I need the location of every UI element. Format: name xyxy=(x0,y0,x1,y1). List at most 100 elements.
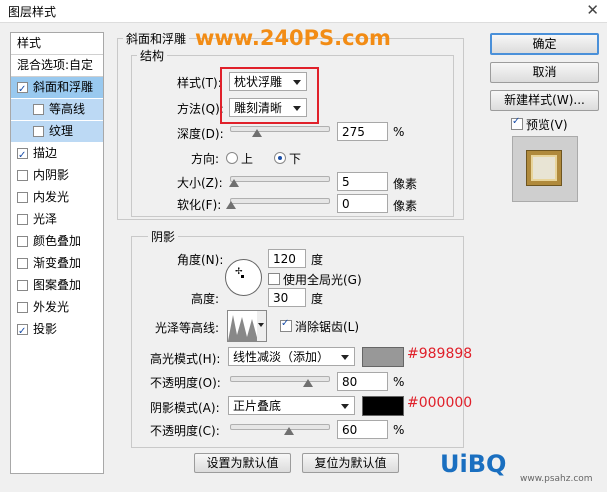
shadow-opacity-label: 不透明度(C): xyxy=(150,424,220,438)
style-label: 样式(T): xyxy=(177,76,222,90)
layer-style-item[interactable]: 描边 xyxy=(11,143,103,166)
chevron-down-icon xyxy=(341,355,349,360)
direction-down-label: 下 xyxy=(289,152,302,166)
layer-style-item[interactable]: 投影 xyxy=(11,319,103,342)
style-item-label: 图案叠加 xyxy=(33,278,82,292)
soften-slider[interactable] xyxy=(230,198,330,204)
styles-header[interactable]: 样式 xyxy=(11,33,103,55)
style-checkbox[interactable] xyxy=(33,126,44,137)
layer-style-item[interactable]: 内发光 xyxy=(11,187,103,208)
shadow-opacity-slider[interactable] xyxy=(230,424,330,430)
style-checkbox[interactable] xyxy=(17,192,28,203)
style-item-label: 斜面和浮雕 xyxy=(33,80,94,94)
altitude-label: 高度: xyxy=(191,292,220,306)
watermark-uibq: UiBQ xyxy=(440,450,507,478)
gloss-contour-picker[interactable] xyxy=(227,310,259,342)
blend-options-item[interactable]: 混合选项:自定 xyxy=(11,55,103,77)
style-checkbox[interactable] xyxy=(17,258,28,269)
style-checkbox[interactable] xyxy=(17,214,28,225)
make-default-button[interactable]: 设置为默认值 xyxy=(194,453,291,473)
size-unit: 像素 xyxy=(393,177,418,191)
style-checkbox[interactable] xyxy=(17,170,28,181)
depth-slider[interactable] xyxy=(230,126,330,132)
layer-style-item[interactable]: 颜色叠加 xyxy=(11,231,103,252)
close-icon[interactable]: ✕ xyxy=(586,1,599,19)
shadow-color-swatch[interactable] xyxy=(362,396,404,416)
highlight-color-swatch[interactable] xyxy=(362,347,404,367)
layer-style-item[interactable]: 外发光 xyxy=(11,297,103,318)
cancel-button[interactable]: 取消 xyxy=(490,62,599,83)
direction-down-radio[interactable] xyxy=(274,152,286,164)
size-slider-thumb[interactable] xyxy=(229,179,239,187)
highlight-annotation-box xyxy=(220,67,319,124)
global-light-label: 使用全局光(G) xyxy=(283,273,362,287)
layer-style-item[interactable]: 图案叠加 xyxy=(11,275,103,296)
new-style-button[interactable]: 新建样式(W)... xyxy=(490,90,599,111)
chevron-down-icon xyxy=(341,404,349,409)
highlight-mode-label: 高光模式(H): xyxy=(150,352,221,366)
direction-label: 方向: xyxy=(191,152,220,166)
direction-up-label: 上 xyxy=(241,152,254,166)
style-checkbox[interactable] xyxy=(33,104,44,115)
soften-input[interactable]: 0 xyxy=(337,194,388,213)
angle-input[interactable]: 120 xyxy=(268,249,306,268)
altitude-input[interactable]: 30 xyxy=(268,288,306,307)
depth-slider-thumb[interactable] xyxy=(251,129,262,137)
global-light-checkbox[interactable] xyxy=(268,273,280,285)
highlight-opacity-input[interactable]: 80 xyxy=(337,372,388,391)
style-checkbox[interactable] xyxy=(17,321,28,342)
style-item-label: 等高线 xyxy=(49,102,86,116)
shadow-opacity-unit: % xyxy=(393,423,405,437)
shadow-opacity-thumb[interactable] xyxy=(283,427,294,435)
blend-options-label: 混合选项:自定 xyxy=(17,58,94,72)
highlight-opacity-thumb[interactable] xyxy=(303,379,314,387)
soften-slider-thumb[interactable] xyxy=(226,201,236,209)
preview-checkbox[interactable] xyxy=(511,116,523,130)
layer-style-item[interactable]: 等高线 xyxy=(11,99,103,120)
size-slider[interactable] xyxy=(230,176,330,182)
reset-default-button[interactable]: 复位为默认值 xyxy=(302,453,399,473)
style-preview-thumbnail xyxy=(512,136,578,202)
preview-frame-icon xyxy=(527,151,561,185)
contour-curve-icon xyxy=(228,315,258,341)
style-checkbox[interactable] xyxy=(17,280,28,291)
angle-dial[interactable]: ✢ xyxy=(225,259,262,296)
chevron-down-icon xyxy=(258,323,264,327)
shadow-color-annotation: #000000 xyxy=(407,395,473,411)
highlight-color-annotation: #989898 xyxy=(407,346,473,362)
preview-label: 预览(V) xyxy=(526,118,568,132)
style-item-label: 外发光 xyxy=(33,300,70,314)
ok-button[interactable]: 确定 xyxy=(490,33,599,55)
style-item-label: 光泽 xyxy=(33,212,58,226)
style-item-label: 投影 xyxy=(33,322,58,336)
shadow-opacity-input[interactable]: 60 xyxy=(337,420,388,439)
highlight-opacity-slider[interactable] xyxy=(230,376,330,382)
layer-style-item[interactable]: 渐变叠加 xyxy=(11,253,103,274)
style-checkbox[interactable] xyxy=(17,145,28,166)
size-label: 大小(Z): xyxy=(177,176,223,190)
styles-header-label: 样式 xyxy=(17,36,42,50)
shadow-mode-value: 正片叠底 xyxy=(233,399,282,413)
antialias-label: 消除锯齿(L) xyxy=(295,320,360,334)
highlight-mode-select[interactable]: 线性减淡（添加） xyxy=(228,347,355,366)
gloss-contour-dropdown[interactable] xyxy=(257,310,267,342)
style-checkbox[interactable] xyxy=(17,79,28,100)
layer-style-item[interactable]: 纹理 xyxy=(11,121,103,142)
antialias-checkbox[interactable] xyxy=(280,318,292,332)
style-checkbox[interactable] xyxy=(17,236,28,247)
gloss-contour-label: 光泽等高线: xyxy=(155,321,220,335)
window-title: 图层样式 xyxy=(8,5,57,19)
direction-up-radio[interactable] xyxy=(226,152,238,164)
depth-label: 深度(D): xyxy=(177,127,224,141)
size-input[interactable]: 5 xyxy=(337,172,388,191)
shadow-mode-select[interactable]: 正片叠底 xyxy=(228,396,355,415)
layer-style-item[interactable]: 光泽 xyxy=(11,209,103,230)
highlight-opacity-label: 不透明度(O): xyxy=(150,376,221,390)
depth-input[interactable]: 275 xyxy=(337,122,388,141)
layer-style-item[interactable]: 斜面和浮雕 xyxy=(11,77,103,100)
layer-style-item[interactable]: 内阴影 xyxy=(11,165,103,186)
highlight-mode-value: 线性减淡（添加） xyxy=(233,350,330,364)
watermark-240ps: www.240PS.com xyxy=(195,26,391,50)
style-checkbox[interactable] xyxy=(17,302,28,313)
style-item-label: 渐变叠加 xyxy=(33,256,82,270)
